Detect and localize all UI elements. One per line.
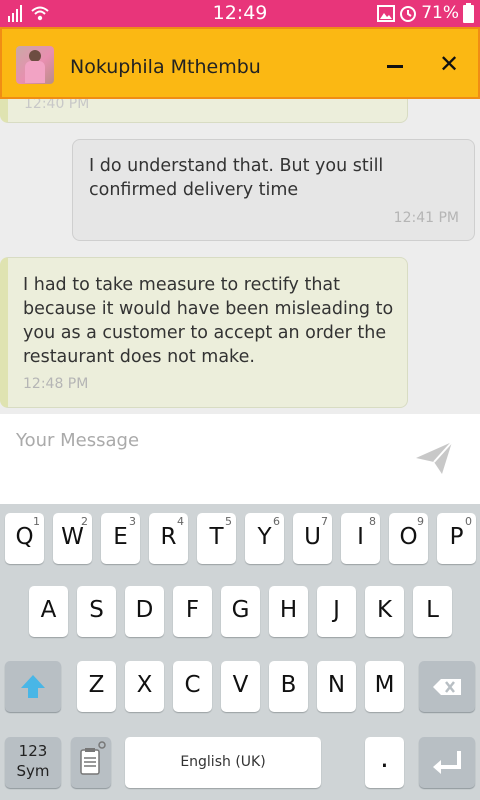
message-input[interactable]: Your Message	[16, 430, 139, 451]
message-list[interactable]: 12:40 PM I do understand that. But you s…	[0, 99, 480, 414]
key-o[interactable]: 9O	[389, 513, 428, 564]
key-y[interactable]: 6Y	[245, 513, 284, 564]
keyboard: 1Q 2W 3E 4R 5T 6Y 7U 8I 9O 0P A S D F G …	[0, 504, 480, 800]
key-l[interactable]: L	[413, 586, 452, 637]
symbols-key[interactable]: 123 Sym	[5, 737, 61, 788]
backspace-icon	[433, 679, 461, 695]
message-time: 12:40 PM	[24, 99, 90, 112]
key-i[interactable]: 8I	[341, 513, 380, 564]
avatar[interactable]	[16, 46, 54, 84]
key-h[interactable]: H	[269, 586, 308, 637]
message-outgoing: I do understand that. But you still conf…	[72, 139, 475, 241]
key-r[interactable]: 4R	[149, 513, 188, 564]
message-time: 12:41 PM	[393, 210, 459, 226]
key-j[interactable]: J	[317, 586, 356, 637]
minimize-icon[interactable]	[387, 65, 403, 68]
message-incoming: I had to take measure to rectify that be…	[0, 257, 408, 408]
alarm-icon	[400, 6, 417, 22]
image-icon	[377, 4, 396, 22]
message-composer: Your Message	[0, 414, 480, 504]
message-time: 12:48 PM	[23, 376, 89, 392]
enter-icon	[433, 751, 461, 774]
key-u[interactable]: 7U	[293, 513, 332, 564]
shift-icon	[21, 675, 45, 698]
key-t[interactable]: 5T	[197, 513, 236, 564]
key-f[interactable]: F	[173, 586, 212, 637]
key-c[interactable]: C	[173, 661, 212, 712]
shift-key[interactable]	[5, 661, 61, 712]
key-b[interactable]: B	[269, 661, 308, 712]
message-incoming: 12:40 PM	[0, 99, 408, 123]
clipboard-key[interactable]	[71, 737, 111, 788]
close-icon[interactable]: ✕	[434, 49, 464, 79]
key-p[interactable]: 0P	[437, 513, 476, 564]
key-s[interactable]: S	[77, 586, 116, 637]
clipboard-icon	[80, 741, 106, 775]
key-d[interactable]: D	[125, 586, 164, 637]
key-n[interactable]: N	[317, 661, 356, 712]
key-q[interactable]: 1Q	[5, 513, 44, 564]
chat-header: Nokuphila Mthembu ✕	[0, 27, 480, 99]
period-key[interactable]: .	[365, 737, 404, 788]
backspace-key[interactable]	[419, 661, 475, 712]
battery-icon	[463, 3, 474, 23]
key-k[interactable]: K	[365, 586, 404, 637]
key-m[interactable]: M	[365, 661, 404, 712]
key-a[interactable]: A	[29, 586, 68, 637]
contact-name: Nokuphila Mthembu	[70, 56, 261, 78]
battery-level: 71%	[421, 3, 459, 23]
key-w[interactable]: 2W	[53, 513, 92, 564]
message-text: I had to take measure to rectify that be…	[23, 275, 394, 367]
space-key[interactable]: English (UK)	[125, 737, 321, 788]
message-text: I do understand that. But you still conf…	[89, 156, 384, 200]
key-g[interactable]: G	[221, 586, 260, 637]
key-x[interactable]: X	[125, 661, 164, 712]
key-z[interactable]: Z	[77, 661, 116, 712]
key-e[interactable]: 3E	[101, 513, 140, 564]
key-v[interactable]: V	[221, 661, 260, 712]
symbols-key-label-1: 123	[18, 742, 48, 760]
status-bar: 12:49 71%	[0, 0, 480, 27]
status-right: 71%	[377, 3, 474, 23]
send-icon[interactable]	[414, 440, 454, 476]
enter-key[interactable]	[419, 737, 475, 788]
symbols-key-label-2: Sym	[16, 762, 50, 780]
